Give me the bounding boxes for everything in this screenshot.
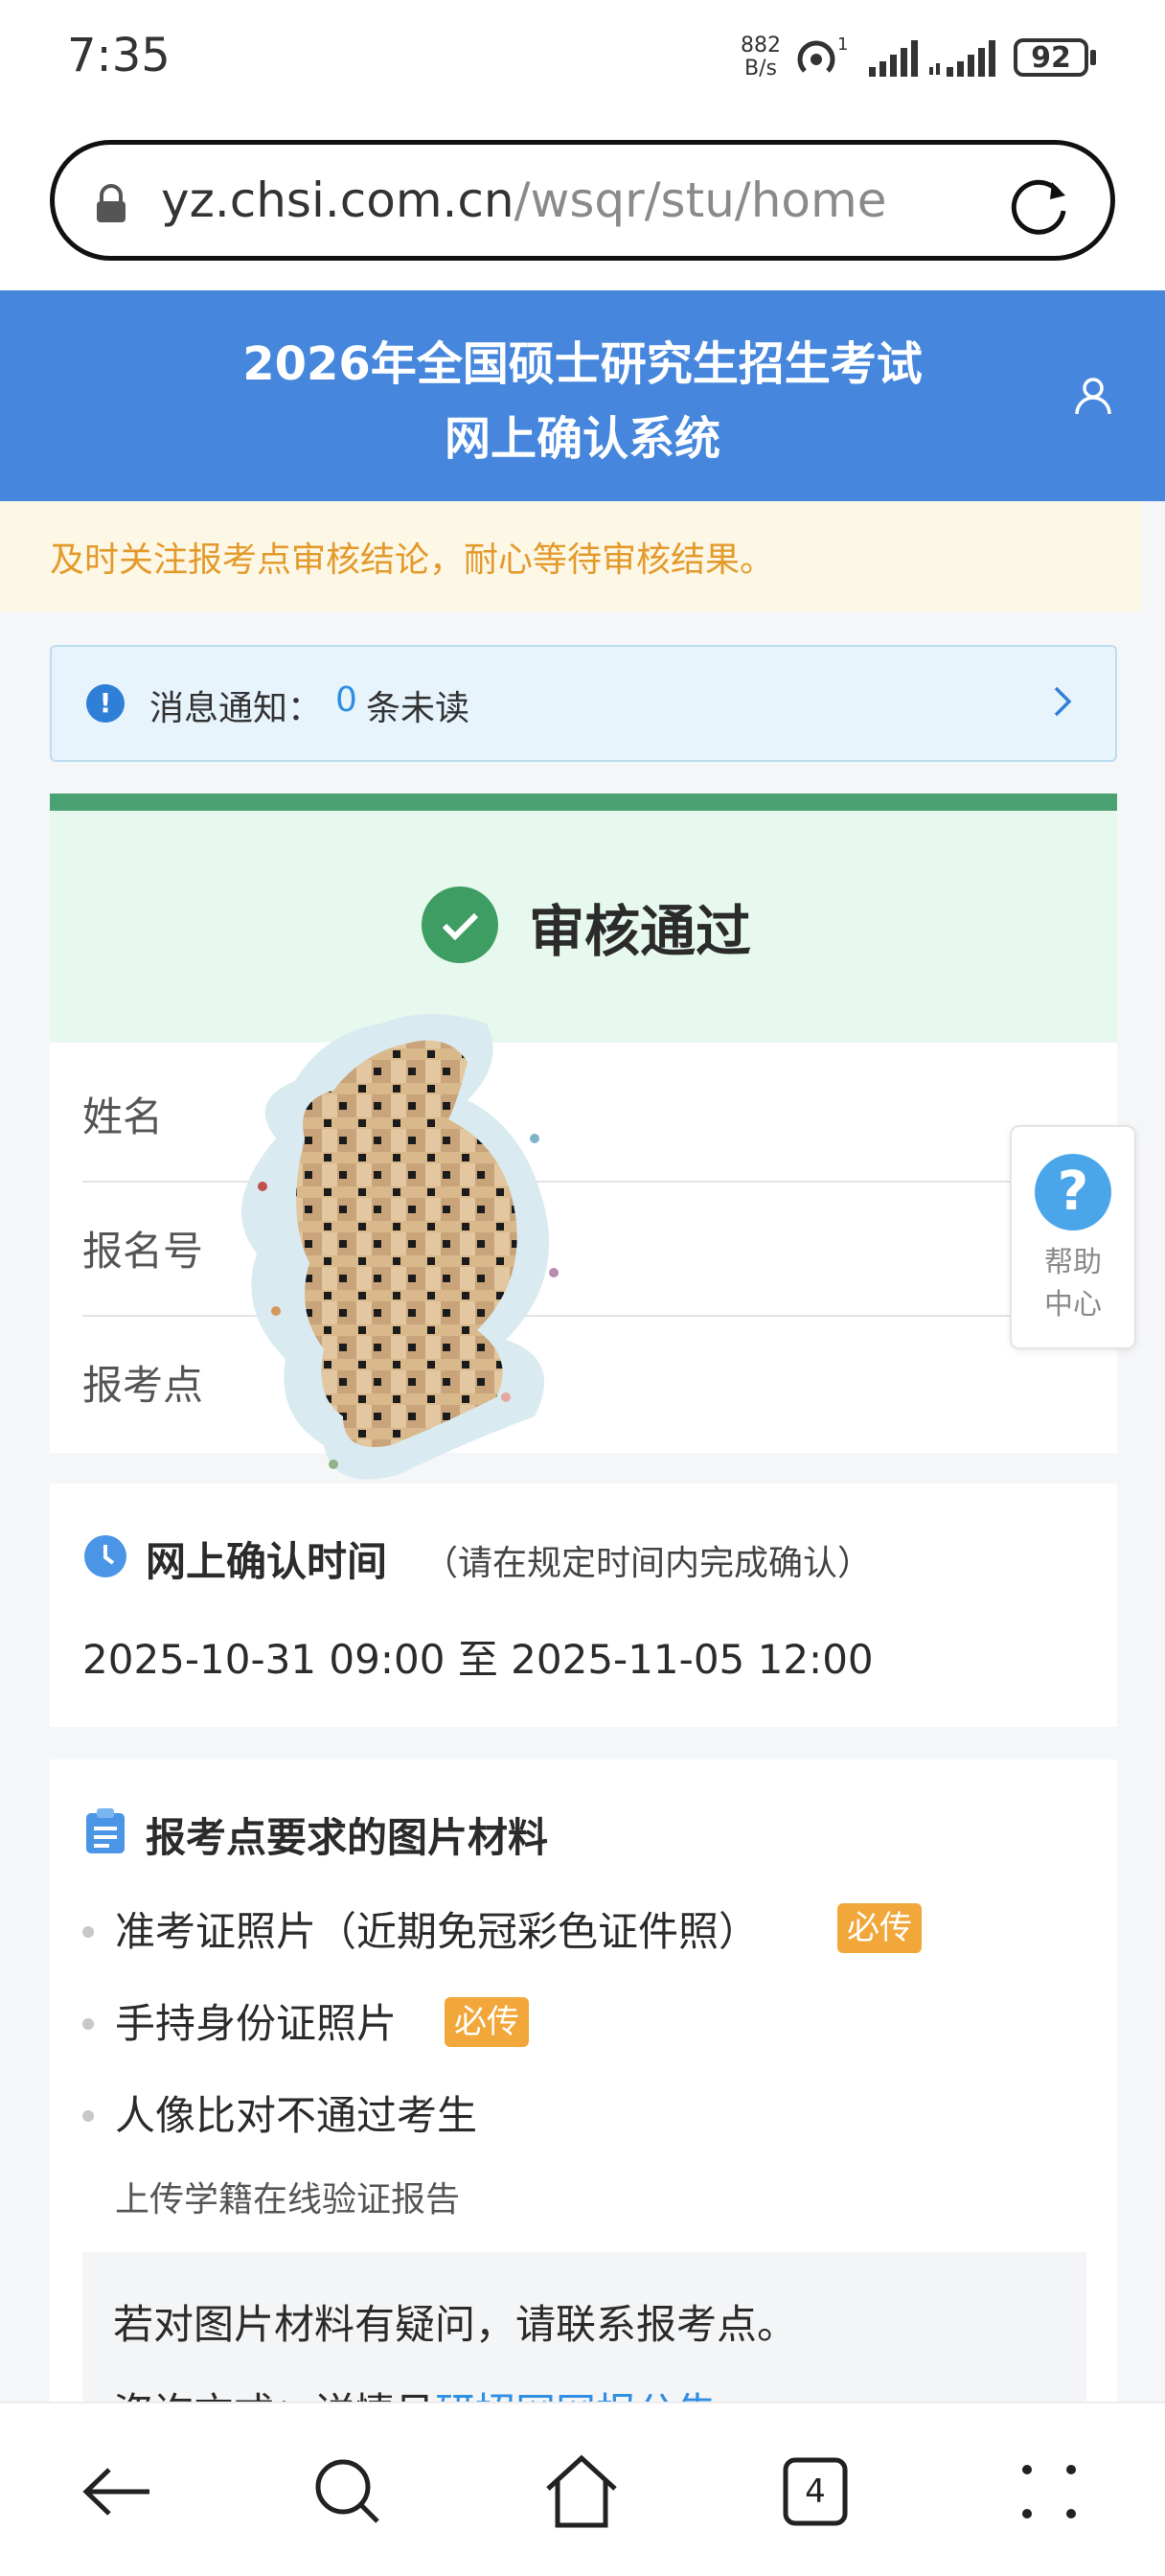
confirm-time-range: 2025-10-31 09:00 至 2025-11-05 12:00 <box>82 1636 874 1683</box>
confirm-time-card <box>50 1484 1117 1727</box>
clock-icon <box>82 1533 128 1583</box>
material-item-face-check: 人像比对不通过考生 <box>115 2092 478 2139</box>
tabs-icon[interactable]: 4 <box>772 2449 858 2535</box>
back-arrow-icon[interactable] <box>75 2449 161 2535</box>
open-tabs-count: 4 <box>805 2472 826 2511</box>
material-item-id-photo: 手持身份证照片 <box>115 2000 398 2047</box>
user-icon[interactable] <box>1071 374 1115 422</box>
home-icon[interactable] <box>538 2449 625 2535</box>
lock-icon[interactable] <box>94 184 128 228</box>
reload-icon[interactable] <box>1006 172 1073 243</box>
info-icon: ! <box>86 684 125 723</box>
signal-strength-icon <box>867 38 919 80</box>
message-label: 消息通知： <box>149 689 323 728</box>
url-path: /wsqr/stu/home <box>514 172 887 228</box>
faq-text: 若对图片材料有疑问，请联系报考点。 <box>113 2301 798 2348</box>
list-bullet <box>82 1926 94 1938</box>
confirm-time-note: （请在规定时间内完成确认） <box>423 1544 873 1583</box>
help-label-line2: 中心 <box>1044 1288 1102 1322</box>
name-label: 姓名 <box>82 1093 164 1140</box>
required-badge: 必传 <box>445 1997 529 2047</box>
material-item-photo: 准考证照片（近期免冠彩色证件照） <box>115 1908 760 1955</box>
clipboard-icon <box>84 1807 126 1859</box>
system-title-line1: 2026年全国硕士研究生招生考试 <box>242 337 923 391</box>
url-text[interactable]: yz.chsi.com.cn/wsqr/stu/home <box>161 172 886 228</box>
network-speed-unit: B/s <box>744 57 777 80</box>
divider <box>0 2402 1165 2404</box>
help-question-icon[interactable]: ? <box>1035 1154 1111 1230</box>
materials-title: 报考点要求的图片材料 <box>146 1814 549 1861</box>
exam-site-label: 报考点 <box>82 1362 204 1409</box>
clock-time: 7:35 <box>67 29 171 82</box>
system-title-line2: 网上确认系统 <box>444 412 720 466</box>
status-accent-bar <box>50 794 1117 811</box>
registration-number-label: 报名号 <box>82 1228 204 1275</box>
list-bullet <box>82 2110 94 2122</box>
unread-count: 0 <box>335 680 357 720</box>
signal-strength-icon-2 <box>929 38 1000 80</box>
help-label-line1: 帮助 <box>1044 1246 1102 1279</box>
site-header <box>0 290 1165 501</box>
battery-level: 92 <box>1014 38 1088 77</box>
more-menu-icon[interactable] <box>1006 2449 1092 2535</box>
network-speed-value: 882 <box>741 34 781 58</box>
network-speed: 882 B/s <box>741 34 781 80</box>
search-icon[interactable] <box>305 2449 391 2535</box>
notice-text: 及时关注报考点审核结论，耐心等待审核结果。 <box>50 540 775 580</box>
required-badge: 必传 <box>837 1903 922 1953</box>
check-circle-icon <box>422 886 498 963</box>
confirm-time-title: 网上确认时间 <box>146 1538 388 1585</box>
list-bullet <box>82 2018 94 2030</box>
hotspot-icon: 1 <box>795 34 849 82</box>
unread-suffix: 条未读 <box>366 689 470 728</box>
review-status-text: 审核通过 <box>529 899 752 964</box>
redaction-mask <box>218 995 640 1495</box>
hotspot-count: 1 <box>837 36 848 55</box>
url-domain: yz.chsi.com.cn <box>161 172 514 228</box>
battery-tip <box>1090 50 1096 65</box>
chevron-right-icon[interactable] <box>1050 682 1075 724</box>
material-item-subtext: 上传学籍在线验证报告 <box>115 2180 461 2220</box>
